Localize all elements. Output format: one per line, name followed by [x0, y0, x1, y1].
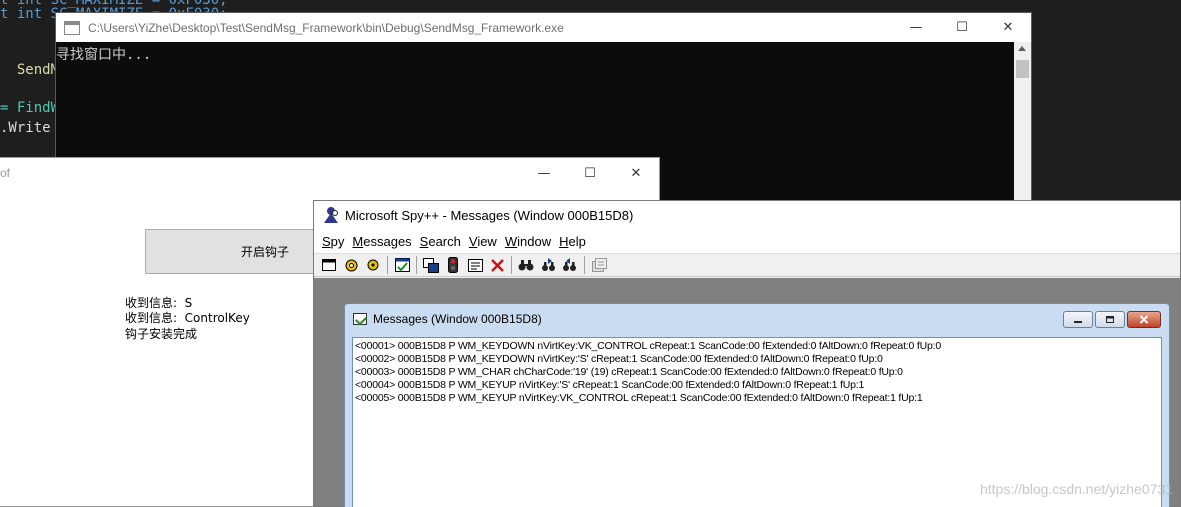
- menu-spy[interactable]: Spy: [322, 234, 344, 249]
- maximize-button[interactable]: ☐: [939, 13, 985, 42]
- threads-icon[interactable]: [364, 256, 382, 274]
- code-line: = FindW: [0, 100, 60, 116]
- scroll-up-icon[interactable]: [1018, 46, 1026, 51]
- message-options-icon[interactable]: [466, 256, 484, 274]
- find-previous-icon[interactable]: [561, 256, 579, 274]
- list-item[interactable]: <00002> 000B15D8 P WM_KEYDOWN nVirtKey:'…: [355, 353, 1159, 366]
- info-line: 收到信息: ControlKey: [125, 311, 250, 325]
- find-icon[interactable]: [517, 256, 535, 274]
- menu-view[interactable]: View: [469, 234, 497, 249]
- properties-icon[interactable]: [590, 256, 608, 274]
- spy-menubar: Spy Messages Search View Window Help: [314, 229, 1180, 253]
- messages-window[interactable]: Messages (Window 000B15D8) <00001> 000B1…: [344, 303, 1170, 507]
- spy-title: Microsoft Spy++ - Messages (Window 000B1…: [345, 207, 634, 223]
- messages-title: Messages (Window 000B15D8): [373, 312, 542, 326]
- menu-search[interactable]: Search: [420, 234, 461, 249]
- spy-window[interactable]: Microsoft Spy++ - Messages (Window 000B1…: [313, 200, 1181, 507]
- watermark: https://blog.csdn.net/yizhe0731: [979, 481, 1173, 497]
- console-title: C:\Users\YiZhe\Desktop\Test\SendMsg_Fram…: [88, 20, 564, 35]
- minimize-button[interactable]: [1063, 311, 1093, 328]
- spy-toolbar: [314, 253, 1180, 277]
- processes-icon[interactable]: [342, 256, 360, 274]
- toolbar-separator: [511, 256, 512, 274]
- console-scrollbar[interactable]: [1014, 42, 1031, 211]
- find-window-icon[interactable]: [422, 256, 440, 274]
- hook-app-titlebar[interactable]: of — ☐ ✕: [0, 158, 659, 188]
- console-titlebar[interactable]: C:\Users\YiZhe\Desktop\Test\SendMsg_Fram…: [56, 13, 1031, 42]
- minimize-button[interactable]: —: [521, 158, 567, 188]
- console-output: 寻找窗口中...: [56, 47, 152, 63]
- console-app-icon: [64, 20, 80, 35]
- toolbar-separator: [584, 256, 585, 274]
- spy-mdi-area: Messages (Window 000B15D8) <00001> 000B1…: [314, 278, 1180, 507]
- list-item[interactable]: <00003> 000B15D8 P WM_CHAR chCharCode:'1…: [355, 366, 1159, 379]
- messages-titlebar[interactable]: Messages (Window 000B15D8): [345, 304, 1169, 334]
- info-line: 钩子安装完成: [125, 327, 198, 341]
- maximize-button[interactable]: ☐: [567, 158, 613, 188]
- menu-window[interactable]: Window: [505, 234, 551, 249]
- start-logging-icon[interactable]: [444, 256, 462, 274]
- find-next-icon[interactable]: [539, 256, 557, 274]
- close-button[interactable]: ✕: [985, 13, 1031, 42]
- code-line: .Write: [0, 120, 51, 136]
- minimize-button[interactable]: —: [893, 13, 939, 42]
- spy-titlebar[interactable]: Microsoft Spy++ - Messages (Window 000B1…: [314, 201, 1180, 229]
- list-item[interactable]: <00004> 000B15D8 P WM_KEYUP nVirtKey:'S'…: [355, 379, 1159, 392]
- close-button[interactable]: ✕: [613, 158, 659, 188]
- spy-app-icon: [323, 207, 339, 223]
- windows-icon[interactable]: [320, 256, 338, 274]
- toolbar-separator: [416, 256, 417, 274]
- messages-window-icon: [353, 313, 367, 325]
- restore-button[interactable]: [1095, 311, 1125, 328]
- list-item[interactable]: <00005> 000B15D8 P WM_KEYUP nVirtKey:VK_…: [355, 392, 1159, 405]
- log-messages-icon[interactable]: [393, 256, 411, 274]
- hook-app-title: of: [0, 166, 11, 180]
- close-button[interactable]: [1127, 311, 1161, 328]
- list-item[interactable]: <00001> 000B15D8 P WM_KEYDOWN nVirtKey:V…: [355, 340, 1159, 353]
- scroll-thumb[interactable]: [1016, 60, 1029, 78]
- toolbar-separator: [387, 256, 388, 274]
- menu-messages[interactable]: Messages: [352, 234, 411, 249]
- menu-help[interactable]: Help: [559, 234, 586, 249]
- clear-icon[interactable]: [488, 256, 506, 274]
